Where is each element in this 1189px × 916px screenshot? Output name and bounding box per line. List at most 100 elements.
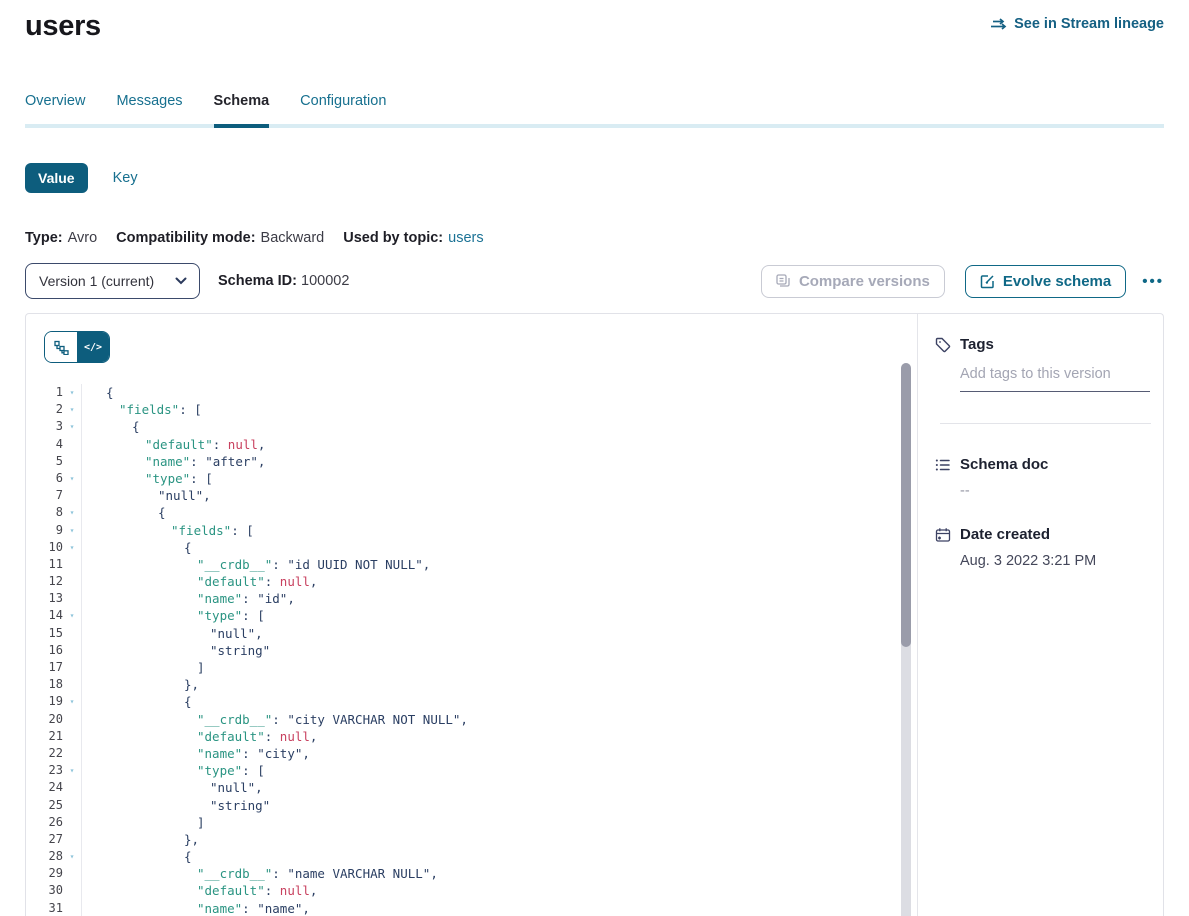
fold-gutter: [63, 779, 81, 796]
code-text: "string": [81, 797, 897, 814]
schema-panel: </> 1▾{2▾"fields": [3▾{4"default": null,…: [25, 313, 1164, 916]
line-number: 11: [26, 556, 63, 573]
line-number: 27: [26, 831, 63, 848]
code-line: 16"string": [26, 642, 897, 659]
view-mode-toggle: </>: [44, 331, 110, 363]
tree-view-icon: [54, 340, 69, 355]
calendar-add-icon: [935, 527, 951, 543]
fold-arrow-icon[interactable]: ▾: [63, 401, 81, 418]
fold-arrow-icon[interactable]: ▾: [63, 607, 81, 624]
line-number: 8: [26, 504, 63, 521]
fold-arrow-icon[interactable]: ▾: [63, 539, 81, 556]
code-text: "default": null,: [81, 882, 897, 899]
fold-gutter: [63, 728, 81, 745]
line-number: 25: [26, 797, 63, 814]
date-created-value: Aug. 3 2022 3:21 PM: [960, 553, 1163, 569]
schema-sidebar: Tags Schema doc --: [918, 314, 1163, 916]
code-line: 13 "name": "id",: [26, 590, 897, 607]
evolve-schema-button[interactable]: Evolve schema: [965, 265, 1126, 298]
code-text: },: [81, 676, 897, 693]
schema-doc-heading-row: Schema doc: [918, 456, 1163, 473]
compare-versions-button[interactable]: Compare versions: [761, 265, 945, 298]
tab-underline-track: [25, 124, 1164, 128]
line-number: 28: [26, 848, 63, 865]
line-number: 31: [26, 900, 63, 916]
compare-icon: [776, 274, 791, 289]
tag-icon: [935, 337, 951, 353]
line-number: 22: [26, 745, 63, 762]
code-scrollbar-track[interactable]: [901, 363, 911, 916]
code-line: 7 "null",: [26, 487, 897, 504]
compatibility-value: Backward: [261, 230, 325, 246]
line-number: 26: [26, 814, 63, 831]
fold-arrow-icon[interactable]: ▾: [63, 522, 81, 539]
schema-meta-row: Type:Avro Compatibility mode:Backward Us…: [25, 230, 1164, 246]
value-toggle-button[interactable]: Value: [25, 163, 88, 193]
code-text: "fields": [: [81, 401, 897, 418]
code-text: "null",: [81, 487, 897, 504]
tab-overview[interactable]: Overview: [25, 91, 85, 111]
fold-arrow-icon[interactable]: ▾: [63, 384, 81, 401]
fold-gutter: [63, 676, 81, 693]
code-text: "string": [81, 642, 897, 659]
chevron-down-icon: [175, 277, 187, 285]
code-text: "null",: [81, 625, 897, 642]
line-number: 29: [26, 865, 63, 882]
code-text: },: [81, 831, 897, 848]
code-line: 28▾{: [26, 848, 897, 865]
fold-arrow-icon[interactable]: ▾: [63, 504, 81, 521]
code-text: "name": "id",: [81, 590, 897, 607]
line-number: 21: [26, 728, 63, 745]
line-number: 5: [26, 453, 63, 470]
fold-arrow-icon[interactable]: ▾: [63, 693, 81, 710]
tab-messages[interactable]: Messages: [116, 91, 182, 111]
fold-arrow-icon[interactable]: ▾: [63, 470, 81, 487]
type-label: Type:: [25, 230, 63, 246]
code-text: "name": "after",: [81, 453, 897, 470]
tree-view-button[interactable]: [45, 332, 77, 362]
version-bar: Version 1 (current) Schema ID: 100002 Co…: [25, 263, 1164, 299]
code-line: 31 "name": "name",: [26, 900, 897, 916]
fold-arrow-icon[interactable]: ▾: [63, 762, 81, 779]
version-select[interactable]: Version 1 (current): [25, 263, 200, 299]
page-title: users: [25, 10, 101, 43]
code-view-button[interactable]: </>: [77, 332, 109, 362]
line-number: 30: [26, 882, 63, 899]
code-line: 2▾"fields": [: [26, 401, 897, 418]
line-number: 6: [26, 470, 63, 487]
fold-gutter: [63, 814, 81, 831]
fold-gutter: [63, 573, 81, 590]
tab-schema[interactable]: Schema: [214, 91, 270, 111]
line-number: 13: [26, 590, 63, 607]
code-line: 8▾{: [26, 504, 897, 521]
active-tab-indicator: [214, 124, 270, 128]
date-created-heading: Date created: [960, 526, 1050, 543]
tab-configuration[interactable]: Configuration: [300, 91, 386, 111]
code-scrollbar-thumb[interactable]: [901, 363, 911, 647]
code-line: 24"null",: [26, 779, 897, 796]
fold-arrow-icon[interactable]: ▾: [63, 848, 81, 865]
code-line: 5 "name": "after",: [26, 453, 897, 470]
fold-arrow-icon[interactable]: ▾: [63, 418, 81, 435]
key-toggle-link[interactable]: Key: [113, 170, 138, 186]
line-number: 7: [26, 487, 63, 504]
code-text: "type": [: [81, 762, 897, 779]
code-text: "name": "name",: [81, 900, 897, 916]
code-line: 1▾{: [26, 384, 897, 401]
code-line: 26]: [26, 814, 897, 831]
code-text: {: [81, 384, 897, 401]
code-line: 22"name": "city",: [26, 745, 897, 762]
code-editor-lines: 1▾{2▾"fields": [3▾{4"default": null,5"na…: [26, 384, 897, 916]
schema-doc-value: --: [960, 483, 1163, 499]
code-line: 3▾{: [26, 418, 897, 435]
stream-lineage-link[interactable]: See in Stream lineage: [990, 16, 1164, 32]
tab-bar: Overview Messages Schema Configuration: [25, 91, 1164, 111]
fold-gutter: [63, 745, 81, 762]
fold-gutter: [63, 625, 81, 642]
topic-link[interactable]: users: [448, 230, 483, 246]
add-tags-input[interactable]: [960, 366, 1150, 392]
compatibility-label: Compatibility mode:: [116, 230, 255, 246]
fold-gutter: [63, 590, 81, 607]
edit-icon: [980, 274, 995, 289]
more-options-button[interactable]: •••: [1142, 273, 1164, 290]
